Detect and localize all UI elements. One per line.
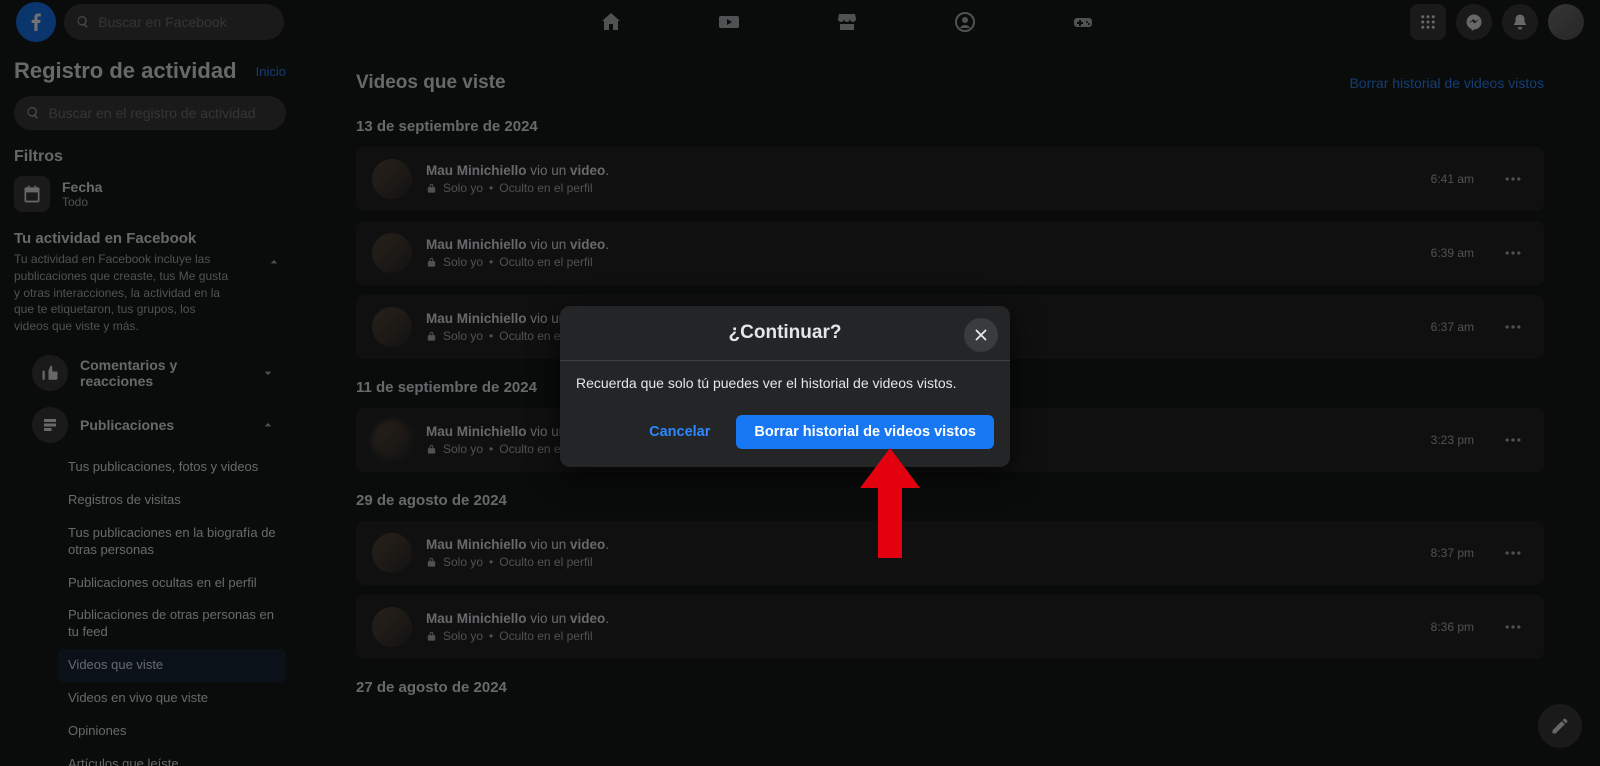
- close-icon: [972, 326, 990, 344]
- modal-body: Recuerda que solo tú puedes ver el histo…: [560, 361, 1010, 405]
- modal-close-button[interactable]: [964, 318, 998, 352]
- modal-confirm-button[interactable]: Borrar historial de videos vistos: [736, 415, 994, 449]
- modal-cancel-button[interactable]: Cancelar: [635, 415, 724, 449]
- annotation-arrow: [860, 448, 920, 563]
- confirm-modal: ¿Continuar? Recuerda que solo tú puedes …: [560, 306, 1010, 467]
- modal-title: ¿Continuar?: [729, 322, 842, 344]
